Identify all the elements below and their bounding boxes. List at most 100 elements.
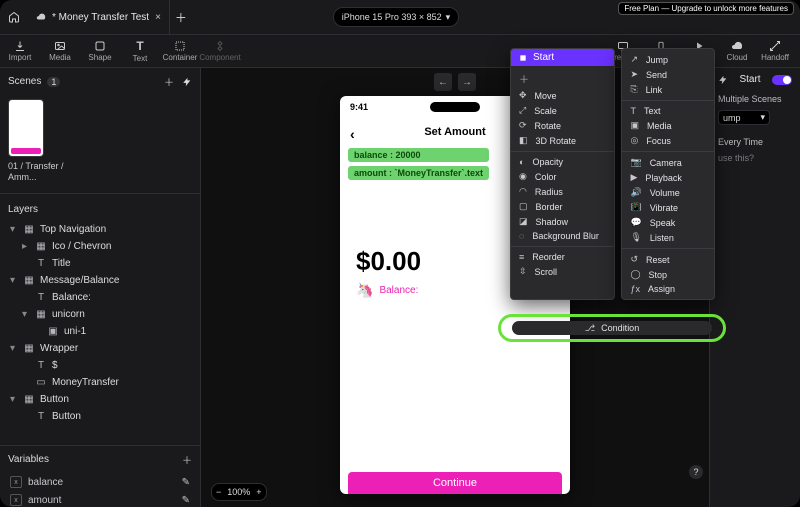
bolt-icon[interactable] — [182, 74, 192, 89]
mi-vibrate[interactable]: 📳Vibrate — [622, 200, 714, 215]
cloud-button[interactable]: Cloud — [718, 35, 756, 67]
nav-back-button[interactable]: ← — [434, 73, 452, 91]
mi-assign[interactable]: ƒxAssign — [622, 282, 714, 296]
variables-header: Variables ＋ — [0, 446, 200, 473]
action-menu-col1: Start ＋ ✥Move ⤢Scale ⟳Rotate ◧3D Rotate … — [510, 48, 615, 300]
help-button[interactable]: ? — [689, 465, 703, 479]
layer-topnav[interactable]: ▾▦Top Navigation — [0, 221, 200, 238]
reorder-icon: ≡ — [519, 252, 524, 262]
scene-name[interactable]: 01 / Transfer / Amm... — [8, 161, 68, 183]
layer-message-balance[interactable]: ▾▦Message/Balance — [0, 272, 200, 289]
layer-button-text[interactable]: TButton — [0, 408, 200, 425]
radius-icon: ◠ — [519, 186, 527, 197]
document-tab[interactable]: * Money Transfer Test × — [28, 0, 170, 34]
nav-forward-button[interactable]: → — [458, 73, 476, 91]
scenes-header: Scenes1 ＋ — [0, 68, 200, 95]
handoff-button[interactable]: Handoff — [756, 35, 794, 67]
zoom-in-button[interactable]: + — [256, 487, 261, 497]
mi-speak[interactable]: 💬Speak — [622, 215, 714, 230]
start-toggle[interactable] — [772, 75, 792, 85]
mi-text[interactable]: TText — [622, 104, 714, 118]
vibrate-icon: 📳 — [630, 202, 641, 213]
mi-reset[interactable]: ↺Reset — [622, 252, 714, 267]
layer-uni1[interactable]: ▣uni-1 — [0, 323, 200, 340]
mi-scroll[interactable]: ⇳Scroll — [511, 264, 614, 279]
insp-select-1[interactable]: ump▾ — [718, 110, 770, 125]
container-button[interactable]: Container — [160, 35, 200, 67]
mi-jump[interactable]: ↗Jump — [622, 52, 714, 67]
mi-focus[interactable]: ◎Focus — [622, 133, 714, 148]
volume-icon: 🔊 — [630, 187, 641, 198]
insp-multiple: Multiple Scenes — [718, 94, 782, 104]
variable-amount[interactable]: xamount✎ — [0, 491, 200, 507]
text-icon: T — [36, 360, 46, 371]
variable-balance[interactable]: xbalance✎ — [0, 473, 200, 491]
condition-bar[interactable]: ⎇ Condition — [512, 321, 712, 335]
close-icon[interactable]: × — [155, 12, 161, 23]
mi-color[interactable]: ◉Color — [511, 169, 614, 184]
mi-opacity[interactable]: ◐Opacity — [511, 155, 614, 169]
component-button[interactable]: Component — [200, 35, 240, 67]
insp-use-this[interactable]: use this? — [718, 153, 754, 163]
opacity-icon: ◐ — [519, 157, 524, 167]
layer-dollar[interactable]: T$ — [0, 357, 200, 374]
mi-playback[interactable]: ▶Playback — [622, 170, 714, 185]
layers-header: Layers — [0, 198, 200, 221]
layer-unicorn[interactable]: ▾▦unicorn — [0, 306, 200, 323]
home-icon[interactable] — [0, 11, 28, 23]
action-menu: Start ＋ ✥Move ⤢Scale ⟳Rotate ◧3D Rotate … — [510, 48, 715, 300]
amount-display[interactable]: $0.00 — [356, 246, 421, 277]
zoom-out-button[interactable]: − — [216, 487, 221, 497]
edit-icon[interactable]: ✎ — [182, 477, 190, 488]
layer-balance[interactable]: TBalance: — [0, 289, 200, 306]
mi-border[interactable]: ▢Border — [511, 199, 614, 214]
menu-add-button[interactable]: ＋ — [511, 69, 614, 88]
add-variable-button[interactable]: ＋ — [182, 452, 192, 467]
layer-title[interactable]: TTitle — [0, 255, 200, 272]
assign-icon: ƒx — [630, 284, 640, 294]
mi-rotate[interactable]: ⟳Rotate — [511, 118, 614, 133]
device-pill[interactable]: iPhone 15 Pro 393 × 852 ▾ — [333, 7, 459, 27]
mi-listen[interactable]: 🎙Listen — [622, 230, 714, 245]
app-window: Free Plan — Upgrade to unlock more featu… — [0, 0, 800, 507]
import-button[interactable]: Import — [0, 35, 40, 67]
mi-scale[interactable]: ⤢Scale — [511, 103, 614, 118]
mi-bgblur[interactable]: ◌Background Blur — [511, 229, 614, 243]
media-button[interactable]: Media — [40, 35, 80, 67]
add-tab-button[interactable]: ＋ — [170, 0, 192, 34]
layer-chevron[interactable]: ▸▦Ico / Chevron — [0, 238, 200, 255]
edit-icon[interactable]: ✎ — [182, 495, 190, 506]
continue-button[interactable]: Continue — [348, 472, 562, 494]
variable-type-icon: x — [10, 494, 22, 506]
text-button[interactable]: TText — [120, 35, 160, 67]
shape-button[interactable]: Shape — [80, 35, 120, 67]
cloud-icon — [36, 12, 46, 22]
mi-3drotate[interactable]: ◧3D Rotate — [511, 133, 614, 148]
mi-stop[interactable]: ◯Stop — [622, 267, 714, 282]
scene-thumbnail[interactable] — [8, 99, 44, 157]
mi-volume[interactable]: 🔊Volume — [622, 185, 714, 200]
mi-media[interactable]: ▣Media — [622, 118, 714, 133]
left-panel: Scenes1 ＋ 01 / Transfer / Amm... Layers … — [0, 68, 201, 507]
chip-amount: amount : `MoneyTransfer`.text — [348, 166, 489, 180]
mi-send[interactable]: ➤Send — [622, 67, 714, 82]
mi-reorder[interactable]: ≡Reorder — [511, 250, 614, 264]
insert-tools: Import Media Shape TText Container Compo… — [0, 35, 240, 67]
layer-button-group[interactable]: ▾▦Button — [0, 391, 200, 408]
add-scene-button[interactable]: ＋ — [164, 74, 174, 89]
layer-moneytransfer[interactable]: ▭MoneyTransfer — [0, 374, 200, 391]
mi-radius[interactable]: ◠Radius — [511, 184, 614, 199]
action-menu-col2: ↗Jump ➤Send ⎘Link TText ▣Media ◎Focus 📷C… — [621, 48, 715, 300]
mi-camera[interactable]: 📷Camera — [622, 155, 714, 170]
inspector-tab-start[interactable]: Start — [739, 74, 760, 85]
layer-wrapper[interactable]: ▾▦Wrapper — [0, 340, 200, 357]
mi-move[interactable]: ✥Move — [511, 88, 614, 103]
plan-banner[interactable]: Free Plan — Upgrade to unlock more featu… — [618, 2, 794, 15]
container-icon: ▦ — [24, 224, 34, 235]
zoom-control[interactable]: − 100% + — [211, 483, 267, 501]
action-menu-header[interactable]: Start — [511, 49, 614, 66]
mi-link[interactable]: ⎘Link — [622, 82, 714, 97]
media-icon: ▣ — [630, 120, 639, 131]
container-icon: ▦ — [24, 343, 34, 354]
mi-shadow[interactable]: ◪Shadow — [511, 214, 614, 229]
